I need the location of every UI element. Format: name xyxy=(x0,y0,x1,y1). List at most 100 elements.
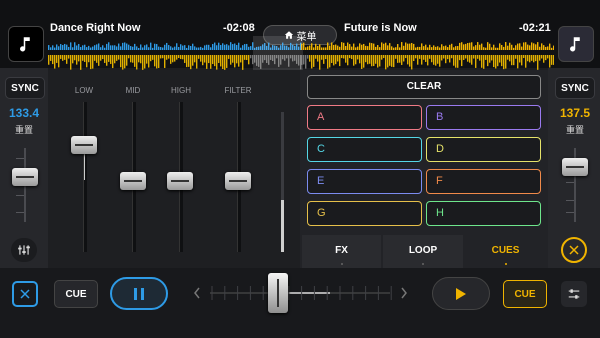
waveform-bar xyxy=(391,46,393,50)
waveform-bar xyxy=(240,55,242,63)
deck-b-bpm: 137.5 xyxy=(559,106,591,120)
deck-a-reset-button[interactable]: 重置 xyxy=(4,123,44,136)
deck-b-sync-button[interactable]: SYNC xyxy=(555,77,595,99)
close-cues-button[interactable] xyxy=(561,237,587,263)
clear-button[interactable]: CLEAR xyxy=(307,75,541,99)
waveform-bar xyxy=(325,47,327,50)
waveform-bar xyxy=(74,42,76,50)
waveform-bar xyxy=(465,55,467,59)
waveform-bar xyxy=(130,55,132,63)
cue-pad-f[interactable]: F xyxy=(426,169,541,194)
waveform-bar xyxy=(80,46,82,50)
waveform-bar xyxy=(393,55,395,68)
close-icon xyxy=(20,289,30,299)
crossfader-handle[interactable] xyxy=(268,273,288,313)
deck-a-cue-button[interactable]: CUE xyxy=(54,280,98,308)
tab-indicator xyxy=(341,263,343,265)
eq-low-offset xyxy=(84,152,85,180)
waveform-bar xyxy=(505,55,507,69)
cue-pad-e[interactable]: E xyxy=(307,169,422,194)
waveform-bar xyxy=(246,43,248,50)
cue-pad-a[interactable]: A xyxy=(307,105,422,130)
waveform-bar xyxy=(443,55,445,59)
cue-pad-c[interactable]: C xyxy=(307,137,422,162)
waveform-bar xyxy=(102,55,104,60)
cue-pad-b[interactable]: B xyxy=(426,105,541,130)
waveform-bar xyxy=(333,44,335,50)
waveform-bar xyxy=(234,55,236,68)
waveform-bar xyxy=(411,42,413,50)
waveform-bar xyxy=(325,55,327,60)
waveform-bar xyxy=(383,43,385,50)
deck-b-pitch-handle[interactable] xyxy=(562,158,588,176)
eq-mid-handle[interactable] xyxy=(120,172,146,190)
deck-b-reset-button[interactable]: 重置 xyxy=(555,123,595,136)
waveform-bar xyxy=(343,55,345,59)
waveform-bar xyxy=(551,55,553,65)
waveform-bar xyxy=(461,42,463,50)
waveform-bar xyxy=(343,42,345,50)
waveform-bar xyxy=(66,55,68,64)
cue-pad-h[interactable]: H xyxy=(426,201,541,226)
waveform-bar xyxy=(341,42,343,50)
waveform-bar xyxy=(58,46,60,50)
deck-b-artwork[interactable] xyxy=(558,26,594,62)
waveform-bar xyxy=(489,43,491,50)
waveform-bar xyxy=(114,45,116,50)
waveform-bar xyxy=(475,55,477,68)
waveform-bar xyxy=(220,45,222,50)
waveform-bar xyxy=(52,55,54,65)
waveform-bar xyxy=(216,55,218,70)
waveform-playhead-region xyxy=(253,36,303,70)
waveform-bar xyxy=(104,47,106,50)
waveform-bar xyxy=(457,55,459,68)
deck-b-play-button[interactable] xyxy=(432,277,490,310)
pitch-tick xyxy=(566,182,574,183)
waveform-bar xyxy=(519,43,521,50)
cue-pad-g[interactable]: G xyxy=(307,201,422,226)
waveform-bar xyxy=(136,55,138,70)
waveform-bar xyxy=(541,43,543,50)
waveform-bar xyxy=(447,47,449,50)
waveform-bar xyxy=(341,55,343,59)
waveform-bar xyxy=(56,55,58,63)
eq-high-handle[interactable] xyxy=(167,172,193,190)
waveform-bar xyxy=(192,43,194,50)
waveform-overview[interactable] xyxy=(48,36,554,70)
deck-a-pitch-handle[interactable] xyxy=(12,168,38,186)
deck-a-sync-button[interactable]: SYNC xyxy=(5,77,45,99)
volume-meter-level xyxy=(281,200,284,252)
deck-a-artwork[interactable] xyxy=(8,26,44,62)
waveform-bar xyxy=(190,55,192,70)
waveform-bar xyxy=(437,55,439,64)
eq-settings-button[interactable] xyxy=(11,238,37,262)
waveform-bar xyxy=(361,44,363,50)
waveform-bar xyxy=(309,55,311,62)
waveform-bar xyxy=(110,45,112,50)
eq-filter-handle[interactable] xyxy=(225,172,251,190)
waveform-bar xyxy=(349,55,351,59)
waveform-bar xyxy=(337,45,339,50)
waveform-bar xyxy=(78,43,80,50)
waveform-bar xyxy=(200,55,202,62)
eq-low-handle[interactable] xyxy=(71,136,97,154)
waveform-bar xyxy=(367,55,369,65)
waveform-bar xyxy=(389,55,391,66)
crossfader[interactable] xyxy=(190,274,412,314)
waveform-bar xyxy=(190,45,192,50)
waveform-bar xyxy=(377,55,379,68)
mixer-settings-button[interactable] xyxy=(561,281,587,307)
eq-high-label: HIGH xyxy=(171,86,191,95)
waveform-bar xyxy=(415,55,417,59)
waveform-bar xyxy=(423,55,425,60)
deck-b-cue-button[interactable]: CUE xyxy=(503,280,547,308)
deck-a-close-button[interactable] xyxy=(12,281,38,307)
waveform-bar xyxy=(371,43,373,50)
cue-pad-d[interactable]: D xyxy=(426,137,541,162)
waveform-bar xyxy=(437,46,439,50)
deck-a-pause-button[interactable] xyxy=(110,277,168,310)
waveform-bar xyxy=(242,45,244,50)
waveform-bar xyxy=(363,43,365,50)
waveform-bar xyxy=(421,43,423,50)
waveform-bar xyxy=(76,55,78,65)
